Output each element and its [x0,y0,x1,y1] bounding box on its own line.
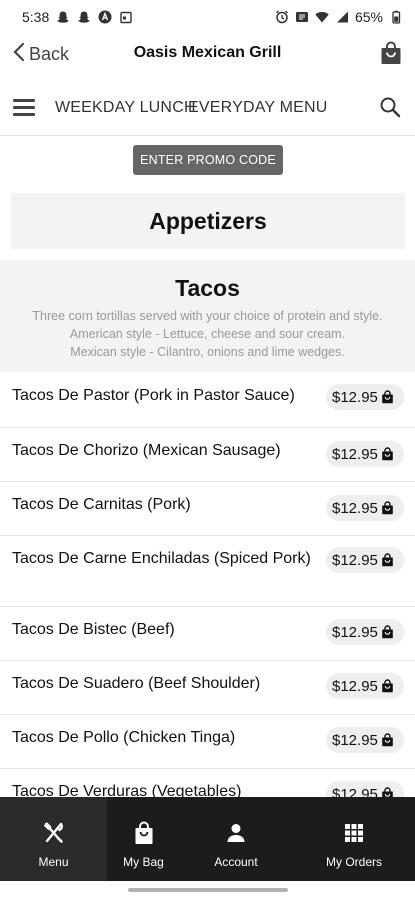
menu-item-name: Tacos De Bistec (Beef) [12,621,175,638]
menu-item-name: Tacos De Pollo (Chicken Tinga) [12,729,236,746]
menu-item-name: Tacos De Chorizo (Mexican Sausage) [12,442,281,459]
menu-item[interactable]: Tacos De Pastor (Pork in Pastor Sauce) $… [0,372,415,428]
bag-icon [381,447,394,461]
bag-icon [381,625,394,639]
bag-icon [381,390,394,404]
home-indicator[interactable] [128,888,288,892]
bottom-nav-label: My Bag [123,855,164,869]
section-header: Tacos Three corn tortillas served with y… [0,260,415,372]
nav-bar: Back Oasis Mexican Grill [0,34,415,74]
alarm-icon [275,10,289,24]
battery-percent: 65% [354,9,383,25]
bag-icon [381,733,394,747]
menu-item[interactable]: Tacos De Pollo (Chicken Tinga) $12.95 [0,715,415,769]
item-price: $12.95 [332,731,378,749]
bottom-nav-menu[interactable]: Menu [0,797,107,881]
item-price: $12.95 [332,551,378,569]
menu-item[interactable]: Tacos De Carnitas (Pork) $12.95 [0,482,415,536]
tab-everyday-menu[interactable]: EVERYDAY MENU [188,99,328,117]
snapchat-icon [56,10,70,24]
bag-icon [381,553,394,567]
item-price: $12.95 [332,388,378,406]
item-price: $12.95 [332,499,378,517]
menu-item-name: Tacos De Carne Enchiladas (Spiced Pork) [12,550,311,567]
price-add-button[interactable]: $12.95 [326,495,404,521]
shopping-bag-icon[interactable] [379,40,403,66]
bottom-nav-label: My Orders [325,855,382,869]
promo-code-button[interactable]: ENTER PROMO CODE [133,145,283,175]
menu-item-list: Tacos De Pastor (Pork in Pastor Sauce) $… [0,372,415,823]
price-add-button[interactable]: $12.95 [326,673,404,699]
section-description-line: Mexican style - Cilantro, onions and lim… [70,345,345,359]
section-title: Tacos [175,275,240,301]
item-price: $12.95 [332,445,378,463]
menu-item-name: Tacos De Carnitas (Pork) [12,496,191,513]
search-icon[interactable] [379,96,401,118]
bottom-nav-my-bag[interactable]: My Bag [107,797,180,881]
menu-item-name: Tacos De Pastor (Pork in Pastor Sauce) [12,387,295,404]
item-price: $12.95 [332,623,378,641]
price-add-button[interactable]: $12.95 [326,547,404,573]
signal-icon [335,10,349,24]
calendar-icon [119,10,133,24]
hamburger-menu-icon[interactable] [13,99,35,117]
section-description-line: American style - Lettuce, cheese and sou… [69,327,346,341]
status-bar: 5:38 65% [0,0,415,34]
price-add-button[interactable]: $12.95 [326,441,404,467]
price-add-button[interactable]: $12.95 [326,384,404,410]
battery-icon [389,10,403,24]
bottom-nav-account[interactable]: Account [198,797,274,881]
menu-item[interactable]: Tacos De Carne Enchiladas (Spiced Pork) … [0,536,415,607]
menu-tab-bar: WEEKDAY LUNCH EVERYDAY MENU [0,82,415,136]
tab-weekday-lunch[interactable]: WEEKDAY LUNCH [55,99,196,117]
price-add-button[interactable]: $12.95 [326,619,404,645]
menu-item[interactable]: Tacos De Suadero (Beef Shoulder) $12.95 [0,661,415,715]
menu-item-name: Tacos De Suadero (Beef Shoulder) [12,675,261,692]
grid-icon [342,821,366,845]
status-time: 5:38 [22,9,50,25]
category-appetizers[interactable]: Appetizers [11,193,405,249]
section-description-line: Three corn tortillas served with your ch… [32,309,383,323]
menu-item[interactable]: Tacos De Chorizo (Mexican Sausage) $12.9… [0,428,415,482]
person-icon [224,821,248,845]
bottom-nav-label: Account [214,855,258,869]
snapchat-icon [77,10,91,24]
nfc-icon [295,10,309,24]
app-notification-icon [98,10,112,24]
bottom-nav: Menu My Bag Account My Orders [0,797,415,881]
bag-icon [381,679,394,693]
fork-knife-icon [42,821,66,845]
price-add-button[interactable]: $12.95 [326,727,404,753]
bottom-nav-label: Menu [38,855,69,869]
wifi-icon [315,10,329,24]
bag-icon [132,821,156,845]
section-description: Three corn tortillas served with your ch… [0,307,415,361]
page-title: Oasis Mexican Grill [133,44,282,61]
bottom-nav-my-orders[interactable]: My Orders [306,797,402,881]
item-price: $12.95 [332,677,378,695]
bag-icon [381,501,394,515]
menu-item[interactable]: Tacos De Bistec (Beef) $12.95 [0,607,415,661]
